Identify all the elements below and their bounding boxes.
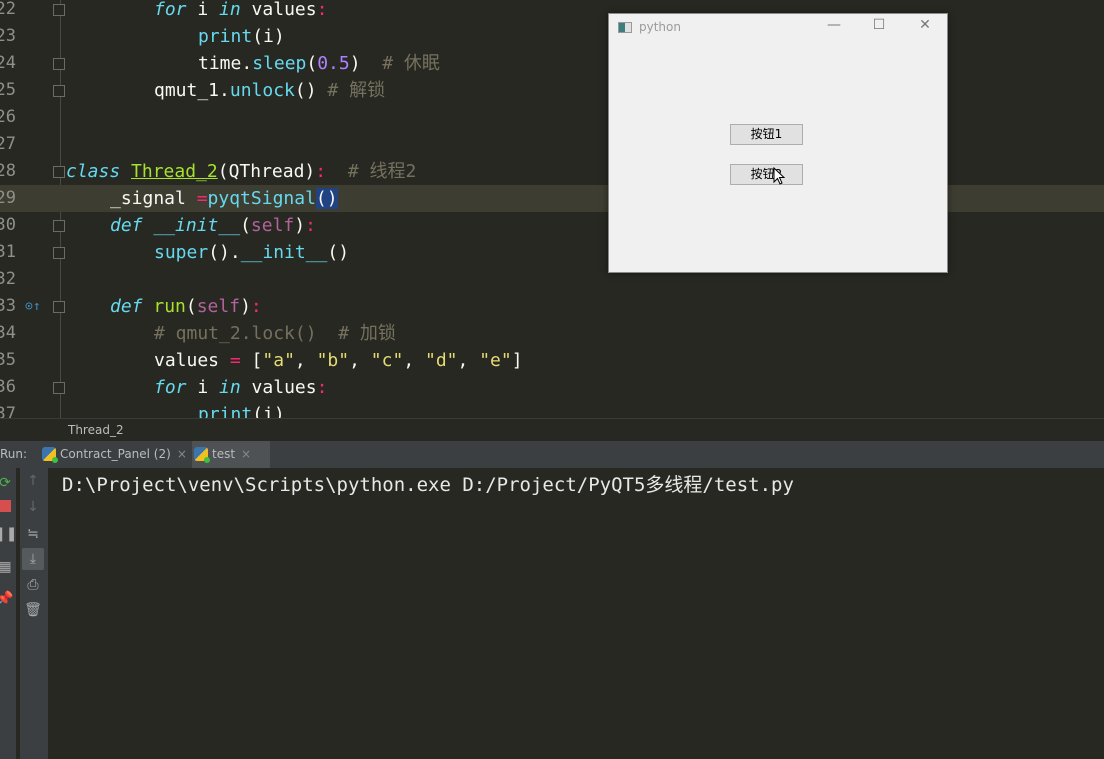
fold-marker-icon[interactable] bbox=[53, 382, 65, 394]
line-number: 27 bbox=[0, 134, 16, 154]
code-text: # qmut_2.lock() # 加锁 bbox=[154, 323, 396, 344]
line-number: 32 bbox=[0, 269, 16, 289]
code-text: values = ["a", "b", "c", "d", "e"] bbox=[154, 350, 523, 371]
python-icon bbox=[194, 447, 210, 463]
line-number: 35 bbox=[0, 350, 16, 370]
close-icon[interactable]: × bbox=[177, 447, 187, 461]
console-line: D:\Project\venv\Scripts\python.exe D:/Pr… bbox=[62, 474, 794, 496]
maximize-button[interactable]: ☐ bbox=[867, 17, 891, 33]
fold-marker-icon[interactable] bbox=[53, 301, 65, 313]
line-number: 36 bbox=[0, 377, 16, 397]
pause-icon[interactable]: ❚❚ bbox=[0, 523, 17, 545]
line-number: 23 bbox=[0, 26, 16, 46]
code-text: for i in values: bbox=[154, 0, 328, 20]
line-number: 26 bbox=[0, 107, 16, 127]
code-text: def run(self): bbox=[110, 296, 262, 317]
code-text: class Thread_2(QThread): # 线程2 bbox=[66, 161, 417, 182]
button-1[interactable]: 按钮1 bbox=[730, 124, 803, 145]
line-number: 28 bbox=[0, 161, 16, 181]
close-icon[interactable]: × bbox=[241, 447, 251, 461]
code-text: _signal =pyqtSignal() bbox=[110, 188, 338, 209]
stop-icon[interactable] bbox=[0, 497, 16, 519]
run-tool-window-header: Run: Contract_Panel (2) × test × bbox=[0, 441, 1104, 468]
code-text: time.sleep(0.5) # 休眠 bbox=[198, 53, 440, 74]
line-number: 29 bbox=[0, 188, 16, 208]
tab-label: Contract_Panel (2) bbox=[60, 447, 171, 461]
soft-wrap-icon[interactable]: ≒ bbox=[22, 523, 44, 545]
fold-marker-icon[interactable] bbox=[53, 247, 65, 259]
fold-marker-icon[interactable] bbox=[53, 4, 65, 16]
qt-window: python — ☐ ✕ 按钮1 按钮2 bbox=[608, 13, 948, 273]
arrow-up-icon[interactable]: ↑ bbox=[22, 470, 44, 492]
run-tab-contract-panel[interactable]: Contract_Panel (2) × bbox=[40, 441, 190, 468]
code-line[interactable]: 33 def run(self): ⊙↑ bbox=[0, 293, 1104, 320]
window-title: python bbox=[639, 20, 681, 34]
fold-marker-icon[interactable] bbox=[53, 58, 65, 70]
line-number: 22 bbox=[0, 0, 16, 19]
run-label: Run: bbox=[0, 447, 28, 461]
breadcrumb-item[interactable]: Thread_2 bbox=[68, 423, 124, 437]
code-text: qmut_1.unlock() # 解锁 bbox=[154, 80, 386, 101]
minimize-button[interactable]: — bbox=[822, 17, 846, 33]
line-number: 24 bbox=[0, 53, 16, 73]
line-number: 33 bbox=[0, 296, 16, 316]
override-gutter-icon[interactable]: ⊙↑ bbox=[25, 293, 41, 320]
arrow-down-icon[interactable]: ↓ bbox=[22, 496, 44, 518]
pin-icon[interactable]: 📌 bbox=[0, 588, 16, 610]
code-text: def __init__(self): bbox=[110, 215, 316, 236]
fold-marker-icon[interactable] bbox=[53, 220, 65, 232]
line-number: 37 bbox=[0, 404, 16, 418]
code-line[interactable]: 36 for i in values: bbox=[0, 374, 1104, 401]
rerun-icon[interactable]: ⟳ bbox=[0, 472, 16, 494]
code-line[interactable]: 37 print(i) bbox=[0, 401, 1104, 418]
print-icon[interactable]: ⎙ bbox=[22, 574, 44, 596]
run-toolbar-secondary: ↑ ↓ ≒ ⤓ ⎙ 🗑 bbox=[20, 468, 48, 759]
code-text: print(i) bbox=[198, 26, 285, 47]
line-number: 34 bbox=[0, 323, 16, 343]
mouse-cursor-icon bbox=[773, 167, 785, 185]
window-app-icon bbox=[618, 22, 632, 33]
line-number: 31 bbox=[0, 242, 16, 262]
tab-label: test bbox=[212, 447, 236, 461]
code-text: super().__init__() bbox=[154, 242, 350, 263]
close-button[interactable]: ✕ bbox=[913, 17, 937, 33]
code-line[interactable]: 35 values = ["a", "b", "c", "d", "e"] bbox=[0, 347, 1104, 374]
scroll-to-end-icon[interactable]: ⤓ bbox=[22, 548, 44, 570]
code-text: print(i) bbox=[198, 404, 285, 418]
run-toolbar-primary: ⟳ ❚❚ ▦ 📌 bbox=[0, 468, 17, 759]
trash-icon[interactable]: 🗑 bbox=[22, 599, 44, 621]
line-number: 25 bbox=[0, 80, 16, 100]
python-icon bbox=[42, 447, 58, 463]
breadcrumb[interactable]: Thread_2 bbox=[0, 418, 1104, 441]
console-output[interactable]: D:\Project\venv\Scripts\python.exe D:/Pr… bbox=[48, 468, 1104, 759]
fold-marker-icon[interactable] bbox=[53, 166, 65, 178]
button-2[interactable]: 按钮2 bbox=[730, 164, 803, 185]
code-line[interactable]: 34 # qmut_2.lock() # 加锁 bbox=[0, 320, 1104, 347]
code-text: for i in values: bbox=[154, 377, 328, 398]
layout-icon[interactable]: ▦ bbox=[0, 556, 16, 578]
run-tab-test[interactable]: test × bbox=[192, 441, 270, 468]
fold-marker-icon[interactable] bbox=[53, 85, 65, 97]
line-number: 30 bbox=[0, 215, 16, 235]
